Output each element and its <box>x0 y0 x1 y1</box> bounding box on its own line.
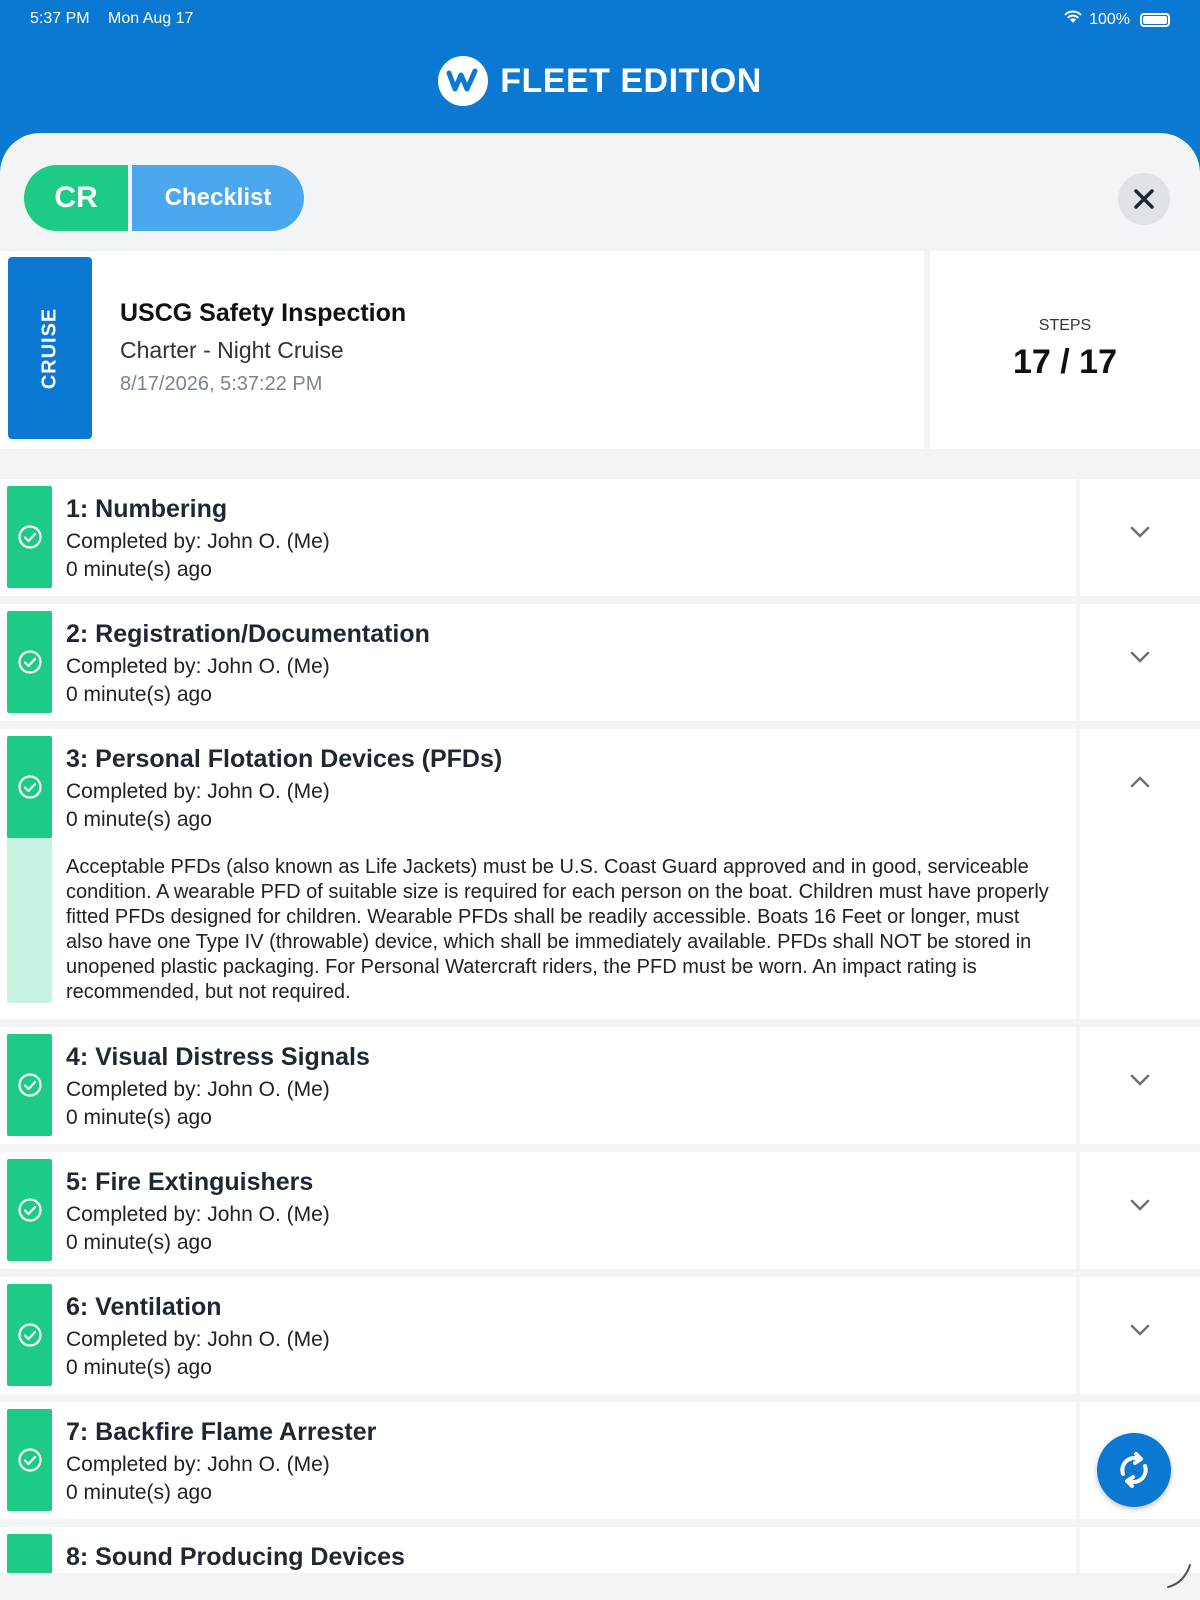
step-row-main[interactable]: 8: Sound Producing Devices <box>0 1527 1076 1573</box>
step-completed-by: Completed by: John O. (Me) <box>66 530 330 553</box>
step-time: 0 minute(s) ago <box>66 1481 212 1504</box>
step-row-main[interactable]: 1: Numbering Completed by: John O. (Me) … <box>0 479 1076 596</box>
step-row-main[interactable]: 3: Personal Flotation Devices (PFDs) Com… <box>0 729 1076 1019</box>
chevron-up-icon <box>1130 776 1150 788</box>
status-bar: 5:37 PM Mon Aug 17 100% <box>0 0 1200 36</box>
step-expand-toggle[interactable] <box>1080 1027 1200 1144</box>
step-expand-toggle[interactable] <box>1080 604 1200 721</box>
step-time: 0 minute(s) ago <box>66 808 212 831</box>
step-title: 5: Fire Extinguishers <box>66 1168 314 1196</box>
sheet-bottom-bar <box>0 1573 1200 1600</box>
step-complete-indicator <box>7 736 52 838</box>
step-complete-indicator <box>7 611 52 713</box>
step-complete-indicator <box>7 486 52 588</box>
step-complete-indicator <box>7 1409 52 1511</box>
step-row[interactable]: 8: Sound Producing Devices <box>0 1527 1200 1573</box>
step-title: 8: Sound Producing Devices <box>66 1543 405 1571</box>
step-detail-indicator <box>7 838 52 1003</box>
step-completed-by: Completed by: John O. (Me) <box>66 1078 330 1101</box>
status-time: 5:37 PM <box>30 10 90 27</box>
step-complete-indicator <box>7 1159 52 1261</box>
step-completed-by: Completed by: John O. (Me) <box>66 655 330 678</box>
steps-value: 17 / 17 <box>1013 343 1117 381</box>
step-completed-by: Completed by: John O. (Me) <box>66 780 330 803</box>
cruise-tag-label: CRUISE <box>38 307 61 389</box>
check-circle-icon <box>17 650 42 674</box>
check-circle-icon <box>17 1073 42 1097</box>
step-row[interactable]: 4: Visual Distress Signals Completed by:… <box>0 1027 1200 1144</box>
check-circle-icon <box>17 775 42 799</box>
step-row[interactable]: 1: Numbering Completed by: John O. (Me) … <box>0 479 1200 596</box>
step-row[interactable]: 7: Backfire Flame Arrester Completed by:… <box>0 1402 1200 1519</box>
step-expand-toggle[interactable] <box>1080 479 1200 596</box>
step-title: 1: Numbering <box>66 495 228 523</box>
step-title: 2: Registration/Documentation <box>66 620 430 648</box>
brand-logo-icon <box>438 56 489 106</box>
step-complete-indicator <box>7 1034 52 1136</box>
chevron-down-icon <box>1130 1199 1150 1211</box>
step-time: 0 minute(s) ago <box>66 1231 212 1254</box>
step-time: 0 minute(s) ago <box>66 1356 212 1379</box>
checklist-tab-pill: CR Checklist <box>24 165 304 231</box>
steps-counter: STEPS 17 / 17 <box>930 251 1200 449</box>
step-row-expanded[interactable]: 3: Personal Flotation Devices (PFDs) Com… <box>0 729 1200 1019</box>
step-description: Acceptable PFDs (also known as Life Jack… <box>66 856 1049 1003</box>
sync-button[interactable] <box>1097 1433 1171 1507</box>
cr-badge[interactable]: CR <box>24 165 128 231</box>
status-indicators: 100% <box>1063 10 1170 29</box>
step-title: 3: Personal Flotation Devices (PFDs) <box>66 745 503 773</box>
step-row-main[interactable]: 7: Backfire Flame Arrester Completed by:… <box>0 1402 1076 1519</box>
app-header: FLEET EDITION <box>0 56 1200 106</box>
step-expand-toggle[interactable] <box>1080 1277 1200 1394</box>
step-row-main[interactable]: 4: Visual Distress Signals Completed by:… <box>0 1027 1076 1144</box>
chevron-down-icon <box>1130 1074 1150 1086</box>
step-title: 6: Ventilation <box>66 1293 222 1321</box>
step-row-main[interactable]: 5: Fire Extinguishers Completed by: John… <box>0 1152 1076 1269</box>
step-completed-by: Completed by: John O. (Me) <box>66 1203 330 1226</box>
close-button[interactable] <box>1118 173 1170 225</box>
chevron-down-icon <box>1130 651 1150 663</box>
chevron-down-icon <box>1130 526 1150 538</box>
steps-label: STEPS <box>1038 317 1092 334</box>
battery-percent: 100% <box>1089 10 1130 28</box>
inspection-info-card: CRUISE USCG Safety Inspection Charter - … <box>0 251 924 449</box>
step-complete-indicator <box>7 1284 52 1386</box>
step-row[interactable]: 2: Registration/Documentation Completed … <box>0 604 1200 721</box>
step-title: 7: Backfire Flame Arrester <box>66 1418 377 1446</box>
step-row[interactable]: 5: Fire Extinguishers Completed by: John… <box>0 1152 1200 1269</box>
step-row[interactable]: 6: Ventilation Completed by: John O. (Me… <box>0 1277 1200 1394</box>
status-date: Mon Aug 17 <box>108 10 194 27</box>
step-time: 0 minute(s) ago <box>66 1106 212 1129</box>
checklist-sheet: CR Checklist CRUISE USCG Safety Inspecti… <box>0 133 1200 1573</box>
steps-list: 1: Numbering Completed by: John O. (Me) … <box>0 479 1200 1573</box>
check-circle-icon <box>17 1198 42 1222</box>
step-expand-toggle[interactable] <box>1080 1152 1200 1269</box>
cruise-tag: CRUISE <box>8 257 92 439</box>
step-completed-by: Completed by: John O. (Me) <box>66 1453 330 1476</box>
status-time-date: 5:37 PM Mon Aug 17 <box>30 10 207 28</box>
step-title: 4: Visual Distress Signals <box>66 1043 370 1071</box>
step-time: 0 minute(s) ago <box>66 683 212 706</box>
step-complete-indicator <box>7 1534 52 1573</box>
sync-icon <box>1120 1452 1148 1488</box>
step-completed-by: Completed by: John O. (Me) <box>66 1328 330 1351</box>
check-circle-icon <box>17 1323 42 1347</box>
resize-handle-icon <box>1164 1561 1194 1596</box>
wifi-icon <box>1063 10 1083 29</box>
inspection-summary: CRUISE USCG Safety Inspection Charter - … <box>0 251 1200 449</box>
close-icon <box>1134 189 1154 209</box>
step-time: 0 minute(s) ago <box>66 558 212 581</box>
checklist-tab[interactable]: Checklist <box>132 165 304 231</box>
inspection-subtitle: Charter - Night Cruise <box>120 337 344 363</box>
step-row-main[interactable]: 2: Registration/Documentation Completed … <box>0 604 1076 721</box>
battery-icon <box>1140 12 1170 27</box>
step-row-main[interactable]: 6: Ventilation Completed by: John O. (Me… <box>0 1277 1076 1394</box>
inspection-datetime: 8/17/2026, 5:37:22 PM <box>120 373 323 395</box>
chevron-down-icon <box>1130 1324 1150 1336</box>
check-circle-icon <box>17 1448 42 1472</box>
step-collapse-toggle[interactable] <box>1080 729 1200 1019</box>
inspection-title: USCG Safety Inspection <box>120 299 407 327</box>
brand-title: FLEET EDITION <box>500 61 762 100</box>
check-circle-icon <box>17 525 42 549</box>
